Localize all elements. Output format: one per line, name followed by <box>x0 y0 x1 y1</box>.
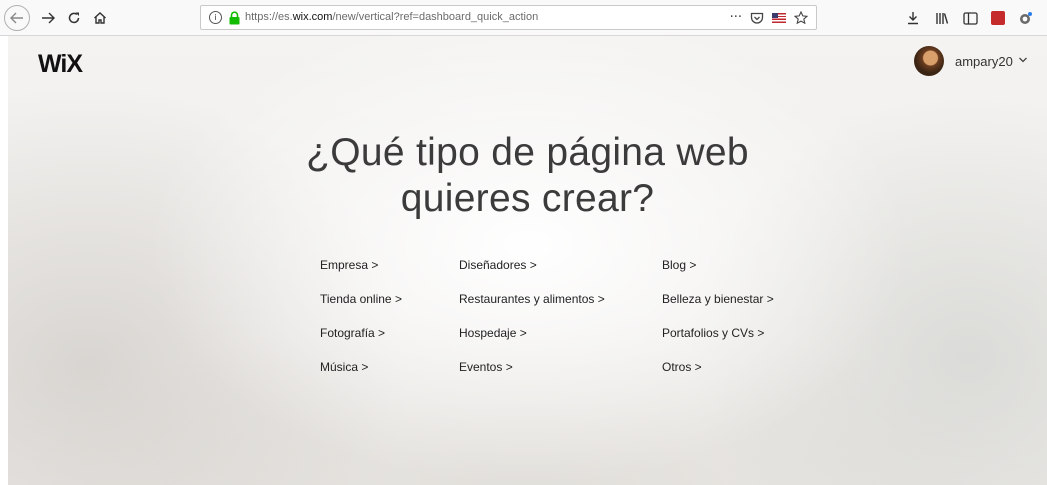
category-restaurantes[interactable]: Restaurantes y alimentos > <box>459 292 605 326</box>
library-icon[interactable] <box>933 10 950 27</box>
wix-page: WiX ampary20 ¿Qué tipo de página web qui… <box>8 36 1047 485</box>
category-hospedaje[interactable]: Hospedaje > <box>459 326 605 360</box>
category-tienda-online[interactable]: Tienda online > <box>320 292 402 326</box>
reload-icon <box>68 12 80 24</box>
avatar[interactable] <box>914 46 944 76</box>
category-empresa[interactable]: Empresa > <box>320 258 402 292</box>
page-title-line-1: ¿Qué tipo de página web <box>306 131 749 174</box>
category-column-2: Diseñadores > Restaurantes y alimentos >… <box>459 258 605 394</box>
download-icon[interactable] <box>904 10 921 27</box>
category-belleza[interactable]: Belleza y bienestar > <box>662 292 774 326</box>
url-actions: ··· <box>730 8 808 28</box>
category-otros[interactable]: Otros > <box>662 360 774 394</box>
category-musica[interactable]: Música > <box>320 360 402 394</box>
forward-arrow-icon <box>42 12 55 24</box>
category-disenadores[interactable]: Diseñadores > <box>459 258 605 292</box>
lock-icon[interactable] <box>228 11 241 25</box>
category-column-1: Empresa > Tienda online > Fotografía > M… <box>320 258 402 394</box>
pocket-icon[interactable] <box>750 12 764 25</box>
category-portafolios[interactable]: Portafolios y CVs > <box>662 326 774 360</box>
browser-right-tools <box>904 6 1047 30</box>
url-text[interactable]: https://es.wix.com/new/vertical?ref=dash… <box>245 11 538 23</box>
pdf-extension-icon[interactable] <box>991 11 1005 25</box>
sidebar-icon[interactable] <box>962 10 979 27</box>
forward-button[interactable] <box>36 6 60 30</box>
category-eventos[interactable]: Eventos > <box>459 360 605 394</box>
category-fotografia[interactable]: Fotografía > <box>320 326 402 360</box>
browser-toolbar: i https://es.wix.com/new/vertical?ref=da… <box>0 0 1047 36</box>
back-arrow-icon <box>10 12 23 24</box>
us-flag-icon[interactable] <box>772 13 786 23</box>
category-column-3: Blog > Belleza y bienestar > Portafolios… <box>662 258 774 394</box>
info-icon[interactable]: i <box>209 11 222 24</box>
wix-logo[interactable]: WiX <box>38 50 83 79</box>
username[interactable]: ampary20 <box>955 54 1013 69</box>
extension-icon[interactable] <box>1017 10 1034 27</box>
back-button[interactable] <box>4 5 30 31</box>
star-icon[interactable] <box>794 11 808 25</box>
page-title: ¿Qué tipo de página web quieres crear? <box>8 130 1047 222</box>
chevron-down-icon[interactable] <box>1018 55 1028 65</box>
home-icon <box>94 12 106 24</box>
page-title-line-2: quieres crear? <box>400 177 655 220</box>
page-actions-menu[interactable]: ··· <box>730 8 742 28</box>
url-bar[interactable]: i https://es.wix.com/new/vertical?ref=da… <box>200 5 817 30</box>
category-blog[interactable]: Blog > <box>662 258 774 292</box>
home-button[interactable] <box>88 6 112 30</box>
reload-button[interactable] <box>62 6 86 30</box>
